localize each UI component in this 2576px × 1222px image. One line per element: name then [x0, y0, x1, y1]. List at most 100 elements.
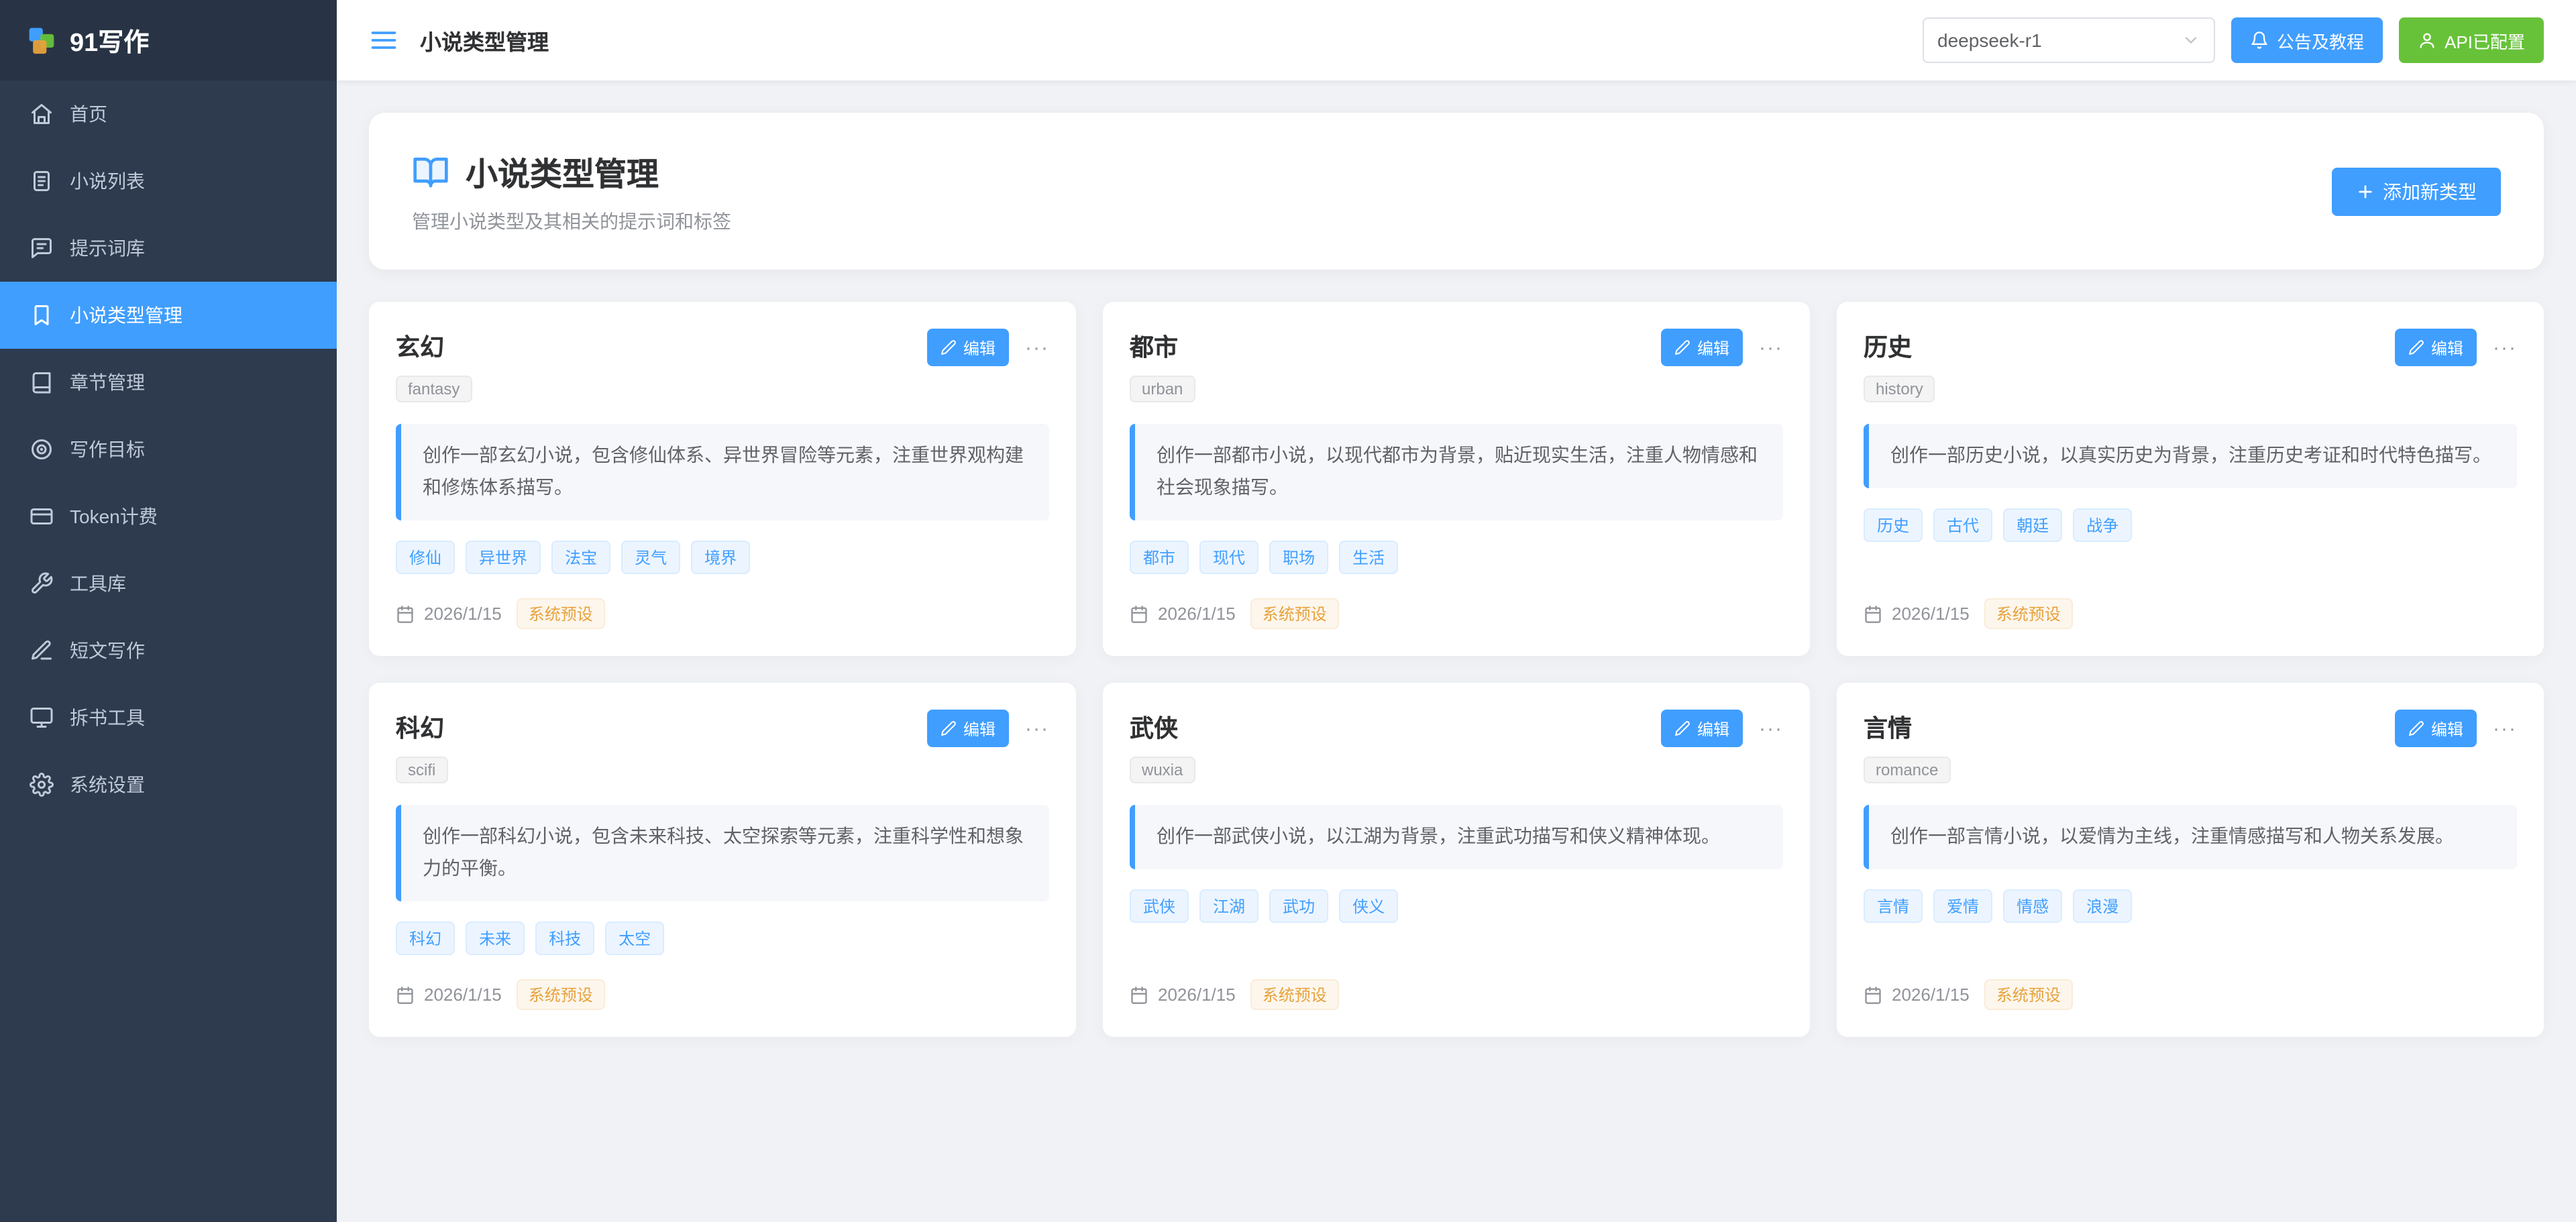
sidebar-item-tools[interactable]: 工具库 — [0, 550, 337, 617]
tag: 武功 — [1269, 889, 1328, 923]
status-badge: 系统预设 — [1984, 979, 2073, 1010]
sidebar-item-prompt-library[interactable]: 提示词库 — [0, 215, 337, 282]
sidebar-item-label: 首页 — [70, 101, 107, 127]
tag: 科技 — [535, 921, 594, 954]
sidebar-item-novel-type[interactable]: 小说类型管理 — [0, 282, 337, 349]
card-slug: urban — [1130, 376, 1195, 402]
chapter-icon — [30, 370, 54, 394]
tag: 历史 — [1864, 508, 1923, 542]
tag-list: 科幻未来科技太空 — [396, 921, 1049, 954]
sidebar-item-book-tool[interactable]: 拆书工具 — [0, 684, 337, 751]
tools-icon — [30, 571, 54, 596]
sidebar-item-goal[interactable]: 写作目标 — [0, 416, 337, 483]
edit-button-label: 编辑 — [1697, 717, 1729, 740]
model-select-value: deepseek-r1 — [1937, 30, 2042, 51]
edit-icon — [2408, 720, 2424, 736]
sidebar-collapse-button[interactable] — [369, 25, 398, 55]
tag: 生活 — [1339, 540, 1398, 573]
edit-button[interactable]: 编辑 — [927, 710, 1009, 747]
more-button[interactable]: ··· — [1759, 718, 1783, 738]
sidebar-item-chapter[interactable]: 章节管理 — [0, 349, 337, 416]
novel-type-card: 科幻 scifi 编辑 ··· 创作一部科幻小说，包含未来科技、太空探索等元素，… — [369, 683, 1076, 1037]
card-prompt: 创作一部言情小说，以爱情为主线，注重情感描写和人物关系发展。 — [1864, 805, 2517, 869]
novel-type-card: 历史 history 编辑 ··· 创作一部历史小说，以真实历史为背景，注重历史… — [1837, 302, 2544, 656]
tag-list: 武侠江湖武功侠义 — [1130, 889, 1783, 923]
tag: 异世界 — [466, 540, 541, 573]
book-tool-icon — [30, 706, 54, 730]
card-slug: history — [1864, 376, 1935, 402]
more-button[interactable]: ··· — [2493, 718, 2517, 738]
app-window: 91写作 首页小说列表提示词库小说类型管理章节管理写作目标Token计费工具库短… — [0, 0, 2576, 1222]
tag-list: 言情爱情情感浪漫 — [1864, 889, 2517, 923]
sidebar-item-short-writing[interactable]: 短文写作 — [0, 617, 337, 684]
card-footer: 2026/1/15 系统预设 — [1864, 574, 2517, 629]
edit-button[interactable]: 编辑 — [927, 329, 1009, 366]
tag: 职场 — [1269, 540, 1328, 573]
section-title: 小说类型管理 — [466, 148, 659, 195]
status-badge: 系统预设 — [1984, 598, 2073, 629]
card-head-left: 科幻 scifi — [396, 710, 447, 783]
calendar-icon — [1864, 985, 1882, 1004]
section-subtitle: 管理小说类型及其相关的提示词和标签 — [412, 208, 731, 235]
topbar-controls: deepseek-r1 公告及教程 API已配置 — [1923, 17, 2544, 63]
edit-icon — [941, 339, 957, 355]
app-logo[interactable]: 91写作 — [0, 0, 337, 80]
novel-type-card: 玄幻 fantasy 编辑 ··· 创作一部玄幻小说，包含修仙体系、异世界冒险等… — [369, 302, 1076, 656]
announcement-icon — [2250, 31, 2269, 50]
card-title: 都市 — [1130, 329, 1178, 364]
more-button[interactable]: ··· — [1025, 718, 1049, 738]
status-badge: 系统预设 — [1250, 598, 1339, 629]
tag: 战争 — [2073, 508, 2132, 542]
more-button[interactable]: ··· — [1025, 337, 1049, 357]
card-head-left: 都市 urban — [1130, 329, 1195, 402]
page-header-left: 小说类型管理 管理小说类型及其相关的提示词和标签 — [412, 148, 731, 235]
tag: 境界 — [691, 540, 750, 573]
more-button[interactable]: ··· — [1759, 337, 1783, 357]
sidebar-item-home[interactable]: 首页 — [0, 80, 337, 148]
card-footer: 2026/1/15 系统预设 — [1130, 574, 1783, 629]
token-billing-icon — [30, 504, 54, 529]
edit-button-label: 编辑 — [963, 717, 996, 740]
app-logo-icon — [27, 25, 56, 55]
sidebar-item-label: 提示词库 — [70, 235, 145, 262]
announcement-button-label: 公告及教程 — [2277, 27, 2364, 53]
card-footer: 2026/1/15 系统预设 — [396, 955, 1049, 1010]
tag: 浪漫 — [2073, 889, 2132, 923]
hamburger-icon — [369, 25, 398, 55]
topbar: 小说类型管理 deepseek-r1 公告及教程 — [337, 0, 2576, 80]
card-actions: 编辑 ··· — [927, 710, 1049, 747]
card-head-left: 言情 romance — [1864, 710, 1950, 783]
sidebar-nav: 首页小说列表提示词库小说类型管理章节管理写作目标 Token计费工具库短文写作拆书… — [0, 80, 337, 818]
goal-icon — [30, 437, 54, 461]
add-type-button[interactable]: 添加新类型 — [2332, 167, 2501, 215]
edit-button[interactable]: 编辑 — [1661, 329, 1743, 366]
api-status-button[interactable]: API已配置 — [2399, 17, 2544, 63]
tag: 爱情 — [1933, 889, 1992, 923]
card-head-left: 武侠 wuxia — [1130, 710, 1195, 783]
status-badge: 系统预设 — [517, 979, 605, 1010]
more-button[interactable]: ··· — [2493, 337, 2517, 357]
sidebar-item-label: Token计费 — [70, 503, 158, 530]
edit-button[interactable]: 编辑 — [1661, 710, 1743, 747]
announcement-button[interactable]: 公告及教程 — [2231, 17, 2383, 63]
tag: 法宝 — [551, 540, 610, 573]
model-select[interactable]: deepseek-r1 — [1923, 17, 2215, 63]
edit-button[interactable]: 编辑 — [2395, 710, 2477, 747]
card-actions: 编辑 ··· — [927, 329, 1049, 366]
prompt-library-icon — [30, 236, 54, 260]
open-book-icon — [412, 152, 449, 190]
chevron-down-icon — [2182, 31, 2200, 50]
sidebar-item-label: 系统设置 — [70, 771, 145, 798]
card-actions: 编辑 ··· — [2395, 329, 2517, 366]
novel-list-icon — [30, 169, 54, 193]
tag: 武侠 — [1130, 889, 1189, 923]
api-status-button-label: API已配置 — [2445, 27, 2525, 53]
edit-button[interactable]: 编辑 — [2395, 329, 2477, 366]
content: 小说类型管理 管理小说类型及其相关的提示词和标签 添加新类型 玄幻 fantas… — [337, 80, 2576, 1222]
card-prompt: 创作一部武侠小说，以江湖为背景，注重武功描写和侠义精神体现。 — [1130, 805, 1783, 869]
sidebar-item-novel-list[interactable]: 小说列表 — [0, 148, 337, 215]
card-prompt: 创作一部玄幻小说，包含修仙体系、异世界冒险等元素，注重世界观构建和修炼体系描写。 — [396, 424, 1049, 520]
sidebar-item-token-billing[interactable]: Token计费 — [0, 483, 337, 550]
card-head-left: 玄幻 fantasy — [396, 329, 472, 402]
sidebar-item-settings[interactable]: 系统设置 — [0, 751, 337, 818]
